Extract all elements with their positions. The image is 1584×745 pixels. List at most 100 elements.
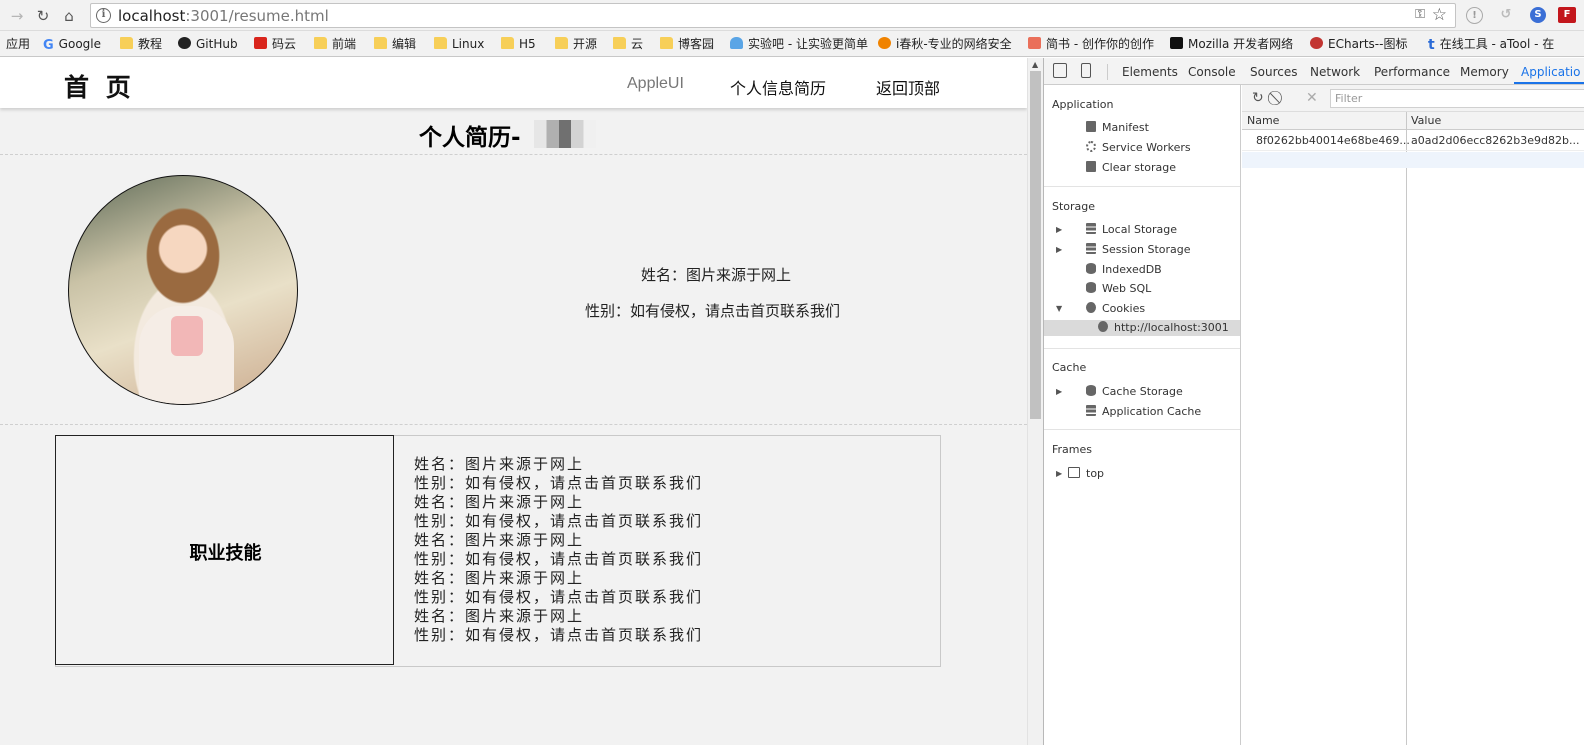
sidebar-item-manifest[interactable]: Manifest bbox=[1086, 120, 1149, 136]
extension-s-icon[interactable]: S bbox=[1530, 7, 1546, 23]
site-info-icon[interactable]: i bbox=[96, 8, 111, 23]
sidebar-item-session-storage[interactable]: Session Storage bbox=[1086, 242, 1191, 258]
expand-triangle-icon[interactable]: ▶ bbox=[1056, 387, 1062, 396]
tab-memory[interactable]: Memory bbox=[1460, 65, 1509, 79]
filter-input[interactable]: Filter bbox=[1330, 89, 1584, 108]
list-item: 姓名：图片来源于网上 bbox=[414, 607, 585, 625]
bookmark-mozilla[interactable]: Mozilla 开发者网络 bbox=[1170, 36, 1293, 52]
page-scrollbar[interactable]: ▲ bbox=[1027, 58, 1043, 745]
skills-list: 姓名：图片来源于网上 性别：如有侵权，请点击首页联系我们 姓名：图片来源于网上 … bbox=[414, 455, 703, 645]
table-row-empty bbox=[1242, 152, 1584, 168]
sidebar-item-cookie-origin[interactable]: http://localhost:3001 bbox=[1044, 320, 1240, 336]
tab-network[interactable]: Network bbox=[1310, 65, 1360, 79]
collapse-triangle-icon[interactable]: ▼ bbox=[1056, 304, 1062, 313]
folder-icon bbox=[434, 37, 447, 49]
sidebar-item-clear-storage[interactable]: Clear storage bbox=[1086, 160, 1176, 176]
grid-header: Name Value bbox=[1242, 112, 1584, 130]
gear-icon bbox=[1086, 141, 1096, 152]
database-icon bbox=[1086, 385, 1096, 396]
list-item: 性别：如有侵权，请点击首页联系我们 bbox=[414, 474, 704, 492]
table-row[interactable]: 8f0262bb40014e68be469... a0ad2d06ecc8262… bbox=[1242, 131, 1584, 151]
folder-icon bbox=[613, 37, 626, 49]
nav-link-resume[interactable]: 个人信息简历 bbox=[730, 75, 826, 99]
devtools-panel: Elements Console Sources Network Perform… bbox=[1043, 58, 1584, 745]
ichunqiu-icon bbox=[878, 37, 891, 49]
bookmark-folder[interactable]: 前端 bbox=[314, 36, 356, 52]
scroll-up-icon[interactable]: ▲ bbox=[1032, 60, 1038, 69]
extension-refresh-icon[interactable]: ↺ bbox=[1498, 7, 1514, 23]
home-icon[interactable]: ⌂ bbox=[58, 5, 80, 27]
url-text[interactable]: localhost:3001/resume.html bbox=[118, 7, 329, 25]
expand-triangle-icon[interactable]: ▶ bbox=[1056, 245, 1062, 254]
delete-selected-icon[interactable]: ✕ bbox=[1306, 90, 1318, 106]
bookmark-folder[interactable]: 教程 bbox=[120, 36, 162, 52]
inspect-element-icon[interactable] bbox=[1053, 63, 1067, 78]
nav-link-appleui[interactable]: AppleUI bbox=[627, 75, 684, 93]
tab-performance[interactable]: Performance bbox=[1374, 65, 1450, 79]
bookmark-folder[interactable]: H5 bbox=[501, 36, 536, 52]
file-icon bbox=[1086, 121, 1096, 132]
folder-icon bbox=[120, 37, 133, 49]
bookmark-folder[interactable]: 开源 bbox=[555, 36, 597, 52]
section-frames: Frames bbox=[1052, 443, 1093, 456]
column-value[interactable]: Value bbox=[1411, 114, 1441, 127]
scrollbar-thumb[interactable] bbox=[1030, 71, 1041, 419]
bookmark-folder[interactable]: Linux bbox=[434, 36, 484, 52]
bookmark-folder[interactable]: 云 bbox=[613, 36, 643, 52]
skills-title: 职业技能 bbox=[189, 543, 262, 564]
extension-icon[interactable]: ! bbox=[1466, 7, 1483, 24]
sidebar-item-cache-storage[interactable]: Cache Storage bbox=[1086, 384, 1183, 400]
refresh-icon[interactable]: ↻ bbox=[1252, 90, 1264, 106]
extension-f-icon[interactable]: F bbox=[1558, 7, 1576, 23]
column-name[interactable]: Name bbox=[1247, 114, 1279, 127]
tab-application[interactable]: Applicatio bbox=[1521, 65, 1580, 79]
sidebar-item-frame-top[interactable]: top bbox=[1068, 466, 1104, 482]
divider bbox=[0, 424, 1027, 425]
bookmark-gitee[interactable]: 码云 bbox=[254, 36, 296, 52]
sidebar-item-application-cache[interactable]: Application Cache bbox=[1086, 404, 1201, 420]
database-icon bbox=[1086, 282, 1096, 293]
database-icon bbox=[1086, 263, 1096, 274]
nav-link-back-to-top[interactable]: 返回顶部 bbox=[876, 75, 940, 99]
bookmark-folder[interactable]: 编辑 bbox=[374, 36, 416, 52]
github-icon bbox=[178, 37, 191, 49]
expand-triangle-icon[interactable]: ▶ bbox=[1056, 469, 1062, 478]
sidebar-item-websql[interactable]: Web SQL bbox=[1086, 281, 1151, 297]
cookie-icon bbox=[1098, 321, 1108, 332]
bookmark-atool[interactable]: t 在线工具 - aTool - 在 bbox=[1428, 36, 1584, 52]
sidebar-item-cookies[interactable]: Cookies bbox=[1086, 301, 1145, 317]
address-bar[interactable]: i localhost:3001/resume.html ⚿ ☆ bbox=[90, 3, 1456, 28]
skills-table: 职业技能 姓名：图片来源于网上 性别：如有侵权，请点击首页联系我们 姓名：图片来… bbox=[55, 435, 941, 667]
jianshu-icon bbox=[1028, 37, 1041, 49]
tab-sources[interactable]: Sources bbox=[1250, 65, 1297, 79]
sidebar-item-service-workers[interactable]: Service Workers bbox=[1086, 140, 1191, 156]
site-header: 首 页 AppleUI 个人信息简历 返回顶部 bbox=[0, 58, 1027, 108]
bookmark-ichunqiu[interactable]: i春秋-专业的网络安全 bbox=[878, 36, 1018, 52]
back-arrow-icon[interactable]: → bbox=[6, 5, 28, 27]
tab-console[interactable]: Console bbox=[1188, 65, 1236, 79]
bookmark-echarts[interactable]: ECharts--图标 bbox=[1310, 36, 1407, 52]
reload-icon[interactable]: ↻ bbox=[32, 5, 54, 27]
gender-line: 性别：如有侵权，请点击首页联系我们 bbox=[585, 302, 841, 320]
cookie-name-cell[interactable]: 8f0262bb40014e68be469... bbox=[1256, 134, 1410, 147]
bookmark-github[interactable]: GitHub bbox=[178, 36, 238, 52]
expand-triangle-icon[interactable]: ▶ bbox=[1056, 225, 1062, 234]
mozilla-icon bbox=[1170, 37, 1183, 49]
bookmark-google[interactable]: G Google bbox=[43, 36, 101, 53]
bookmark-apps[interactable]: 应用 bbox=[6, 36, 30, 52]
cookie-value-cell[interactable]: a0ad2d06ecc8262b3e9d82b... bbox=[1411, 134, 1580, 147]
bookmark-shiyanba[interactable]: 实验吧 - 让实验更简单 bbox=[730, 36, 868, 52]
sidebar-item-indexeddb[interactable]: IndexedDB bbox=[1086, 262, 1162, 278]
bookmark-folder[interactable]: 博客园 bbox=[660, 36, 714, 52]
key-icon[interactable]: ⚿ bbox=[1415, 7, 1425, 22]
blurred-name bbox=[534, 120, 596, 148]
sidebar-item-local-storage[interactable]: Local Storage bbox=[1086, 222, 1177, 238]
folder-icon bbox=[314, 37, 327, 49]
tab-elements[interactable]: Elements bbox=[1122, 65, 1178, 79]
bookmark-jianshu[interactable]: 简书 - 创作你的创作 bbox=[1028, 36, 1154, 52]
grid-icon bbox=[1086, 405, 1096, 416]
site-logo[interactable]: 首 页 bbox=[64, 68, 135, 104]
bookmark-star-icon[interactable]: ☆ bbox=[1432, 5, 1447, 25]
web-page: 首 页 AppleUI 个人信息简历 返回顶部 个人简历- 姓名：图片来源于网上… bbox=[0, 58, 1027, 745]
device-toolbar-icon[interactable] bbox=[1081, 63, 1091, 78]
